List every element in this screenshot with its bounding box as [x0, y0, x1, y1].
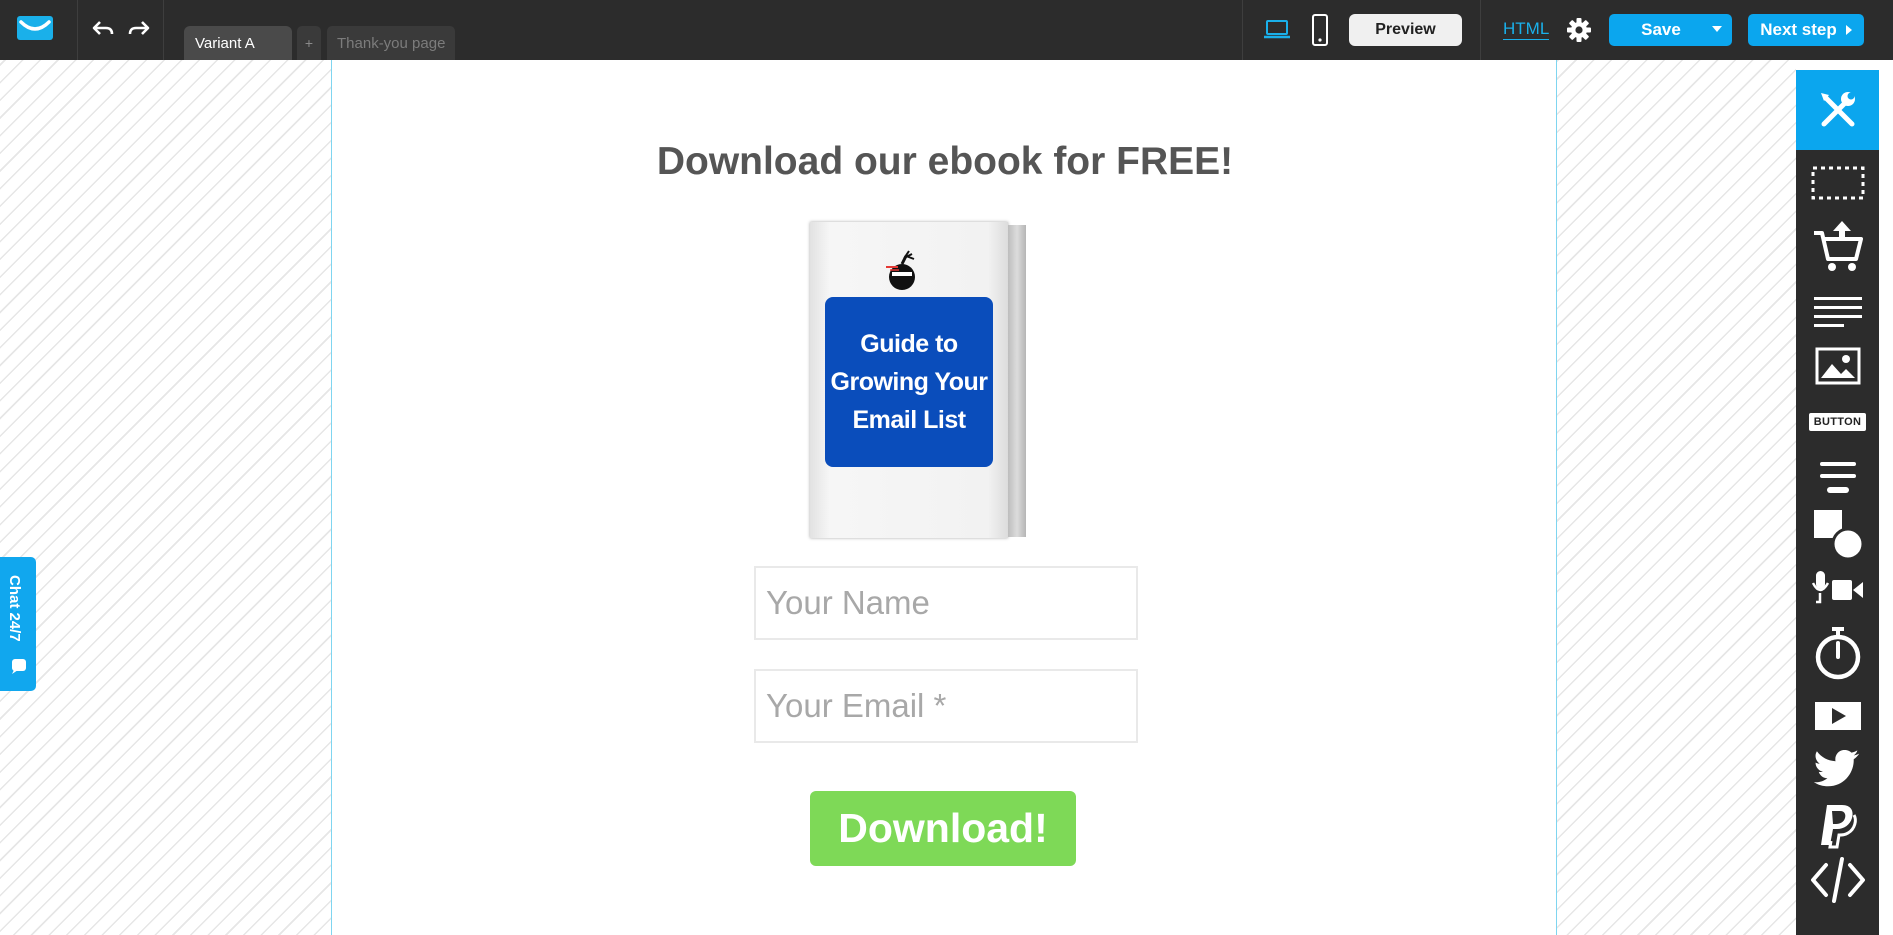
- chat-label: Chat 24/7: [6, 575, 23, 642]
- preview-button[interactable]: Preview: [1349, 14, 1462, 46]
- tools-icon: [1820, 92, 1855, 127]
- download-button[interactable]: Download!: [810, 791, 1076, 866]
- cart-icon: [1813, 221, 1863, 271]
- lines-icon: [1819, 462, 1856, 493]
- settings-button[interactable]: [1566, 17, 1592, 48]
- twitter-tool[interactable]: [1796, 742, 1879, 798]
- mobile-phone-icon: [1312, 14, 1328, 46]
- gear-icon: [1567, 18, 1591, 42]
- ninja-bomb-icon: [886, 250, 915, 290]
- video-icon: [1814, 702, 1861, 730]
- tab-variant-a[interactable]: Variant A: [184, 26, 292, 60]
- twitter-icon: [1813, 750, 1859, 787]
- code-tool[interactable]: [1796, 852, 1879, 908]
- ebook-cover-image[interactable]: Guide to Growing Your Email List: [810, 222, 1032, 538]
- tab-thank-you-page[interactable]: Thank-you page: [327, 26, 455, 60]
- undo-icon: [92, 21, 114, 35]
- chevron-right-icon: [1845, 25, 1852, 35]
- save-button[interactable]: Save: [1609, 14, 1732, 46]
- top-bar: Variant A + Thank-you page Preview HTML: [0, 0, 1893, 60]
- text-tool[interactable]: [1796, 284, 1879, 340]
- redo-icon: [128, 21, 150, 35]
- shapes-icon: [1813, 510, 1864, 560]
- landing-page-canvas: Download our ebook for FREE! Guide to Gr…: [331, 60, 1557, 935]
- media-icon: [1811, 571, 1863, 604]
- name-field[interactable]: [754, 566, 1138, 640]
- shapes-tool[interactable]: [1796, 506, 1879, 562]
- desktop-view-button[interactable]: [1263, 18, 1291, 45]
- section-tool[interactable]: [1796, 155, 1879, 211]
- button-icon: BUTTON: [1808, 413, 1867, 431]
- image-tool[interactable]: [1796, 338, 1879, 394]
- page-headline[interactable]: Download our ebook for FREE!: [332, 140, 1558, 184]
- paypal-icon: [1820, 805, 1857, 849]
- tools-button[interactable]: [1796, 70, 1879, 150]
- email-field[interactable]: [754, 669, 1138, 743]
- undo-button[interactable]: [88, 15, 118, 43]
- button-tool[interactable]: BUTTON: [1796, 394, 1879, 450]
- media-tool[interactable]: [1796, 562, 1879, 618]
- chat-bubble-icon: [12, 659, 26, 674]
- cart-tool[interactable]: [1796, 218, 1879, 274]
- add-tab-button[interactable]: +: [297, 26, 321, 60]
- image-icon: [1815, 347, 1860, 385]
- mobile-view-button[interactable]: [1311, 14, 1329, 51]
- next-step-button[interactable]: Next step: [1748, 14, 1864, 46]
- chat-tab[interactable]: Chat 24/7: [0, 557, 36, 691]
- redo-button[interactable]: [124, 15, 154, 43]
- canvas-margin-right: [1557, 60, 1796, 935]
- timer-icon: [1815, 627, 1860, 680]
- video-tool[interactable]: [1796, 688, 1879, 744]
- ebook-title: Guide to Growing Your Email List: [830, 330, 988, 434]
- laptop-icon: [1264, 20, 1290, 39]
- html-link[interactable]: HTML: [1503, 19, 1550, 40]
- elements-toolbar: BUTTON: [1796, 70, 1879, 935]
- getresponse-logo-icon[interactable]: [15, 12, 55, 44]
- next-step-label: Next step: [1760, 20, 1837, 39]
- section-icon: [1811, 166, 1864, 200]
- timer-tool[interactable]: [1796, 625, 1879, 681]
- save-label: Save: [1641, 20, 1681, 39]
- save-dropdown-caret-icon[interactable]: [1712, 26, 1722, 32]
- paypal-tool[interactable]: [1796, 798, 1879, 854]
- canvas-margin-left: [0, 60, 331, 935]
- lines-tool[interactable]: [1796, 450, 1879, 506]
- code-icon: [1810, 857, 1865, 903]
- text-icon: [1813, 297, 1862, 327]
